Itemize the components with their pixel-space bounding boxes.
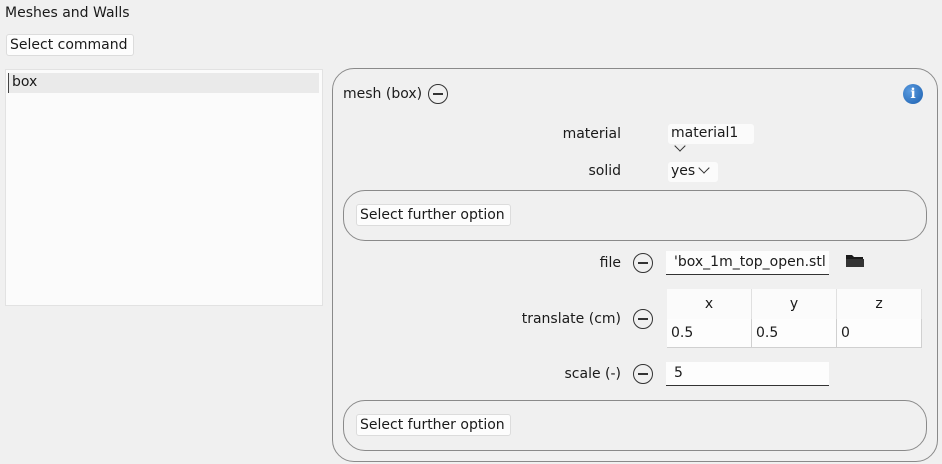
translate-y-cell[interactable]: 0.5 xyxy=(751,319,837,348)
material-label: material xyxy=(562,126,621,142)
file-label: file xyxy=(599,255,621,271)
chevron-down-icon xyxy=(698,162,710,174)
translate-header-z: z xyxy=(836,289,922,319)
scale-input[interactable]: 5 xyxy=(666,362,829,386)
scale-label: scale (-) xyxy=(564,366,622,382)
file-input[interactable]: 'box_1m_top_open.stl xyxy=(666,251,829,275)
material-dropdown[interactable]: material1 xyxy=(668,124,754,152)
translate-x-cell[interactable]: 0.5 xyxy=(667,319,752,348)
remove-translate-icon[interactable] xyxy=(633,309,653,329)
solid-label: solid xyxy=(588,163,621,179)
solid-value: yes xyxy=(671,163,696,179)
translate-header-x: x xyxy=(667,289,752,319)
chevron-down-icon xyxy=(674,140,686,152)
further-option-box-1: Select further option xyxy=(343,190,927,241)
folder-icon[interactable] xyxy=(845,253,865,269)
mesh-list: box xyxy=(5,69,323,306)
info-icon[interactable]: i xyxy=(903,84,923,104)
remove-mesh-icon[interactable] xyxy=(428,84,448,104)
translate-label: translate (cm) xyxy=(521,311,621,327)
select-further-option-2[interactable]: Select further option xyxy=(356,414,511,436)
section-title: Meshes and Walls xyxy=(5,5,130,21)
list-item-box[interactable]: box xyxy=(8,73,319,93)
remove-file-icon[interactable] xyxy=(633,253,653,273)
translate-z-cell[interactable]: 0 xyxy=(836,319,922,348)
select-command-dropdown[interactable]: Select command xyxy=(6,34,134,56)
remove-scale-icon[interactable] xyxy=(633,364,653,384)
mesh-panel: mesh (box) i material material1 solid ye… xyxy=(332,68,938,462)
solid-dropdown[interactable]: yes xyxy=(668,162,718,182)
mesh-header: mesh (box) xyxy=(343,86,423,102)
translate-table: x y z 0.5 0.5 0 xyxy=(667,289,922,348)
translate-header-y: y xyxy=(751,289,837,319)
material-value: material1 xyxy=(671,125,739,141)
select-further-option-1[interactable]: Select further option xyxy=(356,204,511,226)
further-option-box-2: Select further option xyxy=(343,400,927,451)
